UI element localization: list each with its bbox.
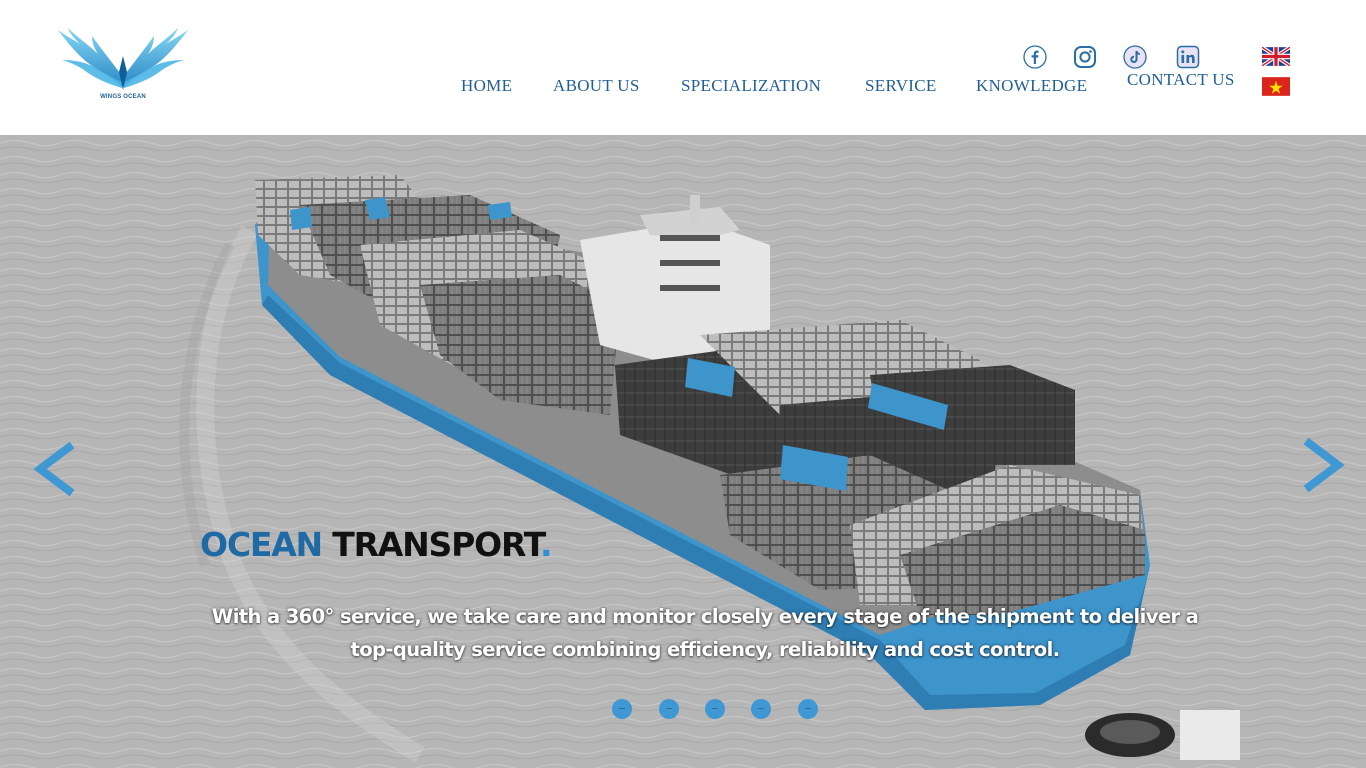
hero-title: OCEAN TRANSPORT. — [200, 525, 553, 564]
chevron-right-icon[interactable] — [1302, 435, 1346, 499]
nav-specialization[interactable]: SPECIALIZATION — [681, 76, 821, 96]
nav-home[interactable]: HOME — [461, 76, 512, 96]
nav-about-us[interactable]: ABOUT US — [553, 76, 640, 96]
wings-logo-icon — [58, 28, 188, 90]
slide-dot-4[interactable] — [751, 699, 771, 719]
uk-flag-icon[interactable] — [1262, 47, 1290, 66]
hero-title-part1: OCEAN — [200, 525, 323, 564]
chevron-left-icon[interactable] — [32, 435, 76, 499]
logo-text: WINGS OCEAN — [100, 94, 146, 100]
nav-knowledge[interactable]: KNOWLEDGE — [976, 76, 1087, 96]
site-header: WINGS OCEAN HOME ABOUT US SPECIALIZATION… — [0, 0, 1366, 135]
slide-dot-3[interactable] — [705, 699, 725, 719]
slide-dot-5[interactable] — [798, 699, 818, 719]
nav-service[interactable]: SERVICE — [865, 76, 937, 96]
hero-subtitle: With a 360° service, we take care and mo… — [205, 600, 1205, 666]
vietnam-flag-icon[interactable] — [1262, 77, 1290, 96]
wings-ocean-logo[interactable]: WINGS OCEAN — [50, 26, 196, 108]
tiktok-icon[interactable] — [1123, 45, 1147, 69]
hero-subtitle-line2: top-quality service combining efficiency… — [350, 638, 1061, 661]
hero-title-dot: . — [540, 525, 553, 564]
slide-dot-2[interactable] — [659, 699, 679, 719]
container-ship-image — [0, 135, 1366, 768]
nav-contact-us[interactable]: CONTACT US — [1127, 70, 1235, 90]
hero-subtitle-line1: With a 360° service, we take care and mo… — [211, 605, 1199, 628]
instagram-icon[interactable] — [1073, 45, 1097, 69]
slide-dot-1[interactable] — [612, 699, 632, 719]
linkedin-icon[interactable] — [1176, 45, 1200, 69]
hero-title-part2: TRANSPORT — [332, 525, 541, 564]
facebook-icon[interactable] — [1023, 45, 1047, 69]
hero-slider: OCEAN TRANSPORT. With a 360° service, we… — [0, 135, 1366, 768]
slider-pagination — [0, 699, 1366, 719]
